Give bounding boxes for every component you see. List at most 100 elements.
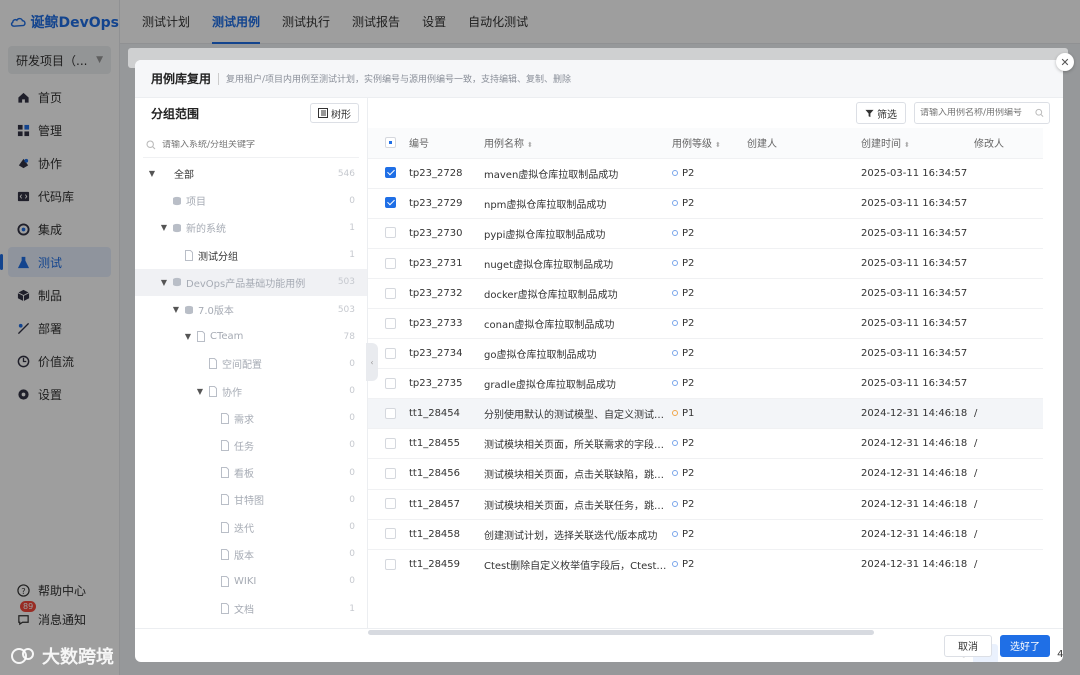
case-name[interactable]: gradle虚拟仓库拉取制品成功 <box>484 368 672 399</box>
tree-node[interactable]: 项目 0 <box>135 187 367 214</box>
table-row[interactable]: tt1_28457 测试模块相关页面，点击关联任务，跳转... P2 2024-12-… <box>368 488 1043 520</box>
case-level: P2 <box>682 348 695 360</box>
group-scope-title: 分组范围 <box>151 106 200 121</box>
confirm-button[interactable]: 选好了 <box>1000 634 1050 657</box>
table-row[interactable]: tp23_2735 gradle虚拟仓库拉取制品成功 P2 2025-03-11 16… <box>368 368 1043 399</box>
table-row[interactable]: tp23_2732 docker虚拟仓库拉取制品成功 P2 2025-03-11 16… <box>368 277 1043 309</box>
tree-node[interactable]: 文档 1 <box>135 595 367 622</box>
row-checkbox[interactable] <box>385 438 396 450</box>
tree-node[interactable]: ▼ DevOps产品基础功能用例 503 <box>135 268 367 296</box>
chevron-down-icon[interactable]: ▼ <box>195 387 205 396</box>
case-created-time: 2025-03-11 16:34:57 <box>861 157 974 189</box>
table-row[interactable]: tt1_28459 Ctest删除自定义枚举值字段后，Ctest》... P2 202… <box>368 548 1043 580</box>
tree-node[interactable]: ▼ 全部 546 <box>135 160 367 187</box>
table-row[interactable]: tp23_2734 go虚拟仓库拉取制品成功 P2 2025-03-11 16:34:… <box>368 338 1043 369</box>
case-id: tp23_2728 <box>409 157 484 189</box>
case-id: tt1_28454 <box>409 398 484 429</box>
table-row[interactable]: tt1_28455 测试模块相关页面，所关联需求的字段值... P2 2024-12-… <box>368 428 1043 459</box>
modal-footer: 取消 选好了 <box>135 628 1063 662</box>
tree-node[interactable]: 测试分组 1 <box>135 242 367 269</box>
modal-close-button[interactable]: ✕ <box>1056 53 1074 71</box>
tree-node-count: 503 <box>337 304 355 315</box>
tree-node[interactable]: 空间配置 0 <box>135 350 367 377</box>
tree-node-count: 0 <box>349 522 355 533</box>
row-checkbox[interactable] <box>385 197 396 209</box>
table-row[interactable]: tp23_2731 nuget虚拟仓库拉取制品成功 P2 2025-03-11 16:… <box>368 247 1043 279</box>
column-header-name[interactable]: 用例名称 ⬍ <box>484 128 672 158</box>
row-checkbox[interactable] <box>385 167 396 179</box>
tree-view-button[interactable]: 树形 <box>310 103 359 123</box>
tree-node-count: 1 <box>349 222 355 233</box>
case-name[interactable]: 创建测试计划，选择关联迭代/版本成功 <box>484 518 672 550</box>
case-name[interactable]: go虚拟仓库拉取制品成功 <box>484 338 672 369</box>
row-checkbox[interactable] <box>385 468 396 480</box>
table-row[interactable]: tp23_2730 pypi虚拟仓库拉取制品成功 P2 2025-03-11 16:3… <box>368 217 1043 249</box>
case-created-time: 2025-03-11 16:34:57 <box>861 247 974 279</box>
table-row[interactable]: tt1_28454 分别使用默认的测试模型、自定义测试模... P1 2024-12-… <box>368 398 1043 429</box>
tree-node-label: 项目 <box>186 197 206 209</box>
row-checkbox[interactable] <box>385 227 396 239</box>
row-checkbox[interactable] <box>385 347 396 359</box>
case-created-time: 2025-03-11 16:34:57 <box>861 217 974 249</box>
filter-button[interactable]: 筛选 <box>856 102 906 124</box>
tree-node[interactable]: 甘特图 0 <box>135 486 367 513</box>
chevron-down-icon[interactable]: ▼ <box>159 278 169 287</box>
tree-node[interactable]: 迭代 0 <box>135 513 367 540</box>
row-checkbox[interactable] <box>385 528 396 540</box>
tree-node[interactable]: WIKI 0 <box>135 568 367 595</box>
tree-node-label: 新的系统 <box>186 224 226 236</box>
row-checkbox[interactable] <box>385 408 396 420</box>
case-name[interactable]: Ctest删除自定义枚举值字段后，Ctest》... <box>484 548 672 580</box>
row-select-cell <box>368 247 409 279</box>
case-name[interactable]: npm虚拟仓库拉取制品成功 <box>484 187 672 219</box>
collapse-panel-handle[interactable]: ‹ <box>366 343 378 381</box>
tree-node[interactable]: ▼ 7.0版本 503 <box>135 296 367 323</box>
row-checkbox[interactable] <box>385 287 396 299</box>
chevron-down-icon[interactable]: ▼ <box>171 305 181 314</box>
tree-node[interactable]: 任务 0 <box>135 432 367 459</box>
table-row[interactable]: tt1_28456 测试模块相关页面，点击关联缺陷，跳转... P2 2024-12-… <box>368 458 1043 490</box>
row-checkbox[interactable] <box>385 257 396 269</box>
level-dot-icon <box>672 259 678 266</box>
case-name[interactable]: docker虚拟仓库拉取制品成功 <box>484 277 672 309</box>
cancel-button[interactable]: 取消 <box>944 634 992 657</box>
tree-node[interactable]: ▼ CTeam 78 <box>135 323 367 350</box>
document-icon <box>219 575 231 587</box>
case-name[interactable]: maven虚拟仓库拉取制品成功 <box>484 157 672 189</box>
case-search-input[interactable] <box>920 108 1032 118</box>
select-all-checkbox[interactable] <box>385 137 396 148</box>
chevron-down-icon[interactable]: ▼ <box>147 169 157 178</box>
table-row[interactable]: tp23_2728 maven虚拟仓库拉取制品成功 P2 2025-03-11 16:… <box>368 157 1043 189</box>
sort-icon[interactable]: ⬍ <box>715 141 721 149</box>
case-name[interactable]: 分别使用默认的测试模型、自定义测试模... <box>484 398 672 429</box>
row-checkbox[interactable] <box>385 498 396 510</box>
row-checkbox[interactable] <box>385 317 396 329</box>
tree-node[interactable]: 看板 0 <box>135 459 367 486</box>
row-select-cell <box>368 277 409 309</box>
search-icon[interactable] <box>1035 108 1044 118</box>
case-name[interactable]: conan虚拟仓库拉取制品成功 <box>484 307 672 339</box>
table-row[interactable]: tp23_2729 npm虚拟仓库拉取制品成功 P2 2025-03-11 16:34… <box>368 187 1043 219</box>
tree-node[interactable]: ▼ 新的系统 1 <box>135 214 367 241</box>
case-name[interactable]: pypi虚拟仓库拉取制品成功 <box>484 217 672 249</box>
row-checkbox[interactable] <box>385 558 396 570</box>
tree-node-count: 0 <box>349 358 355 369</box>
tree-search-input[interactable] <box>162 139 352 150</box>
column-header-level[interactable]: 用例等级 ⬍ <box>672 128 747 158</box>
sort-icon[interactable]: ⬍ <box>904 141 910 149</box>
table-row[interactable]: tt1_28458 创建测试计划，选择关联迭代/版本成功 P2 2024-12-31 … <box>368 518 1043 550</box>
tree-node[interactable]: 需求 0 <box>135 405 367 432</box>
sort-icon[interactable]: ⬍ <box>527 141 533 149</box>
tree-node[interactable]: ▼ 协作 0 <box>135 378 367 405</box>
chevron-down-icon[interactable]: ▼ <box>159 223 169 232</box>
case-level: P1 <box>682 408 695 420</box>
tree-node[interactable]: 版本 0 <box>135 541 367 568</box>
column-header-created[interactable]: 创建时间 ⬍ <box>861 128 974 158</box>
case-name[interactable]: 测试模块相关页面，所关联需求的字段值... <box>484 428 672 459</box>
row-checkbox[interactable] <box>385 377 396 389</box>
chevron-down-icon[interactable]: ▼ <box>183 332 193 341</box>
case-name[interactable]: 测试模块相关页面，点击关联缺陷，跳转... <box>484 458 672 490</box>
table-row[interactable]: tp23_2733 conan虚拟仓库拉取制品成功 P2 2025-03-11 16:… <box>368 307 1043 339</box>
case-name[interactable]: 测试模块相关页面，点击关联任务，跳转... <box>484 488 672 520</box>
case-name[interactable]: nuget虚拟仓库拉取制品成功 <box>484 247 672 279</box>
